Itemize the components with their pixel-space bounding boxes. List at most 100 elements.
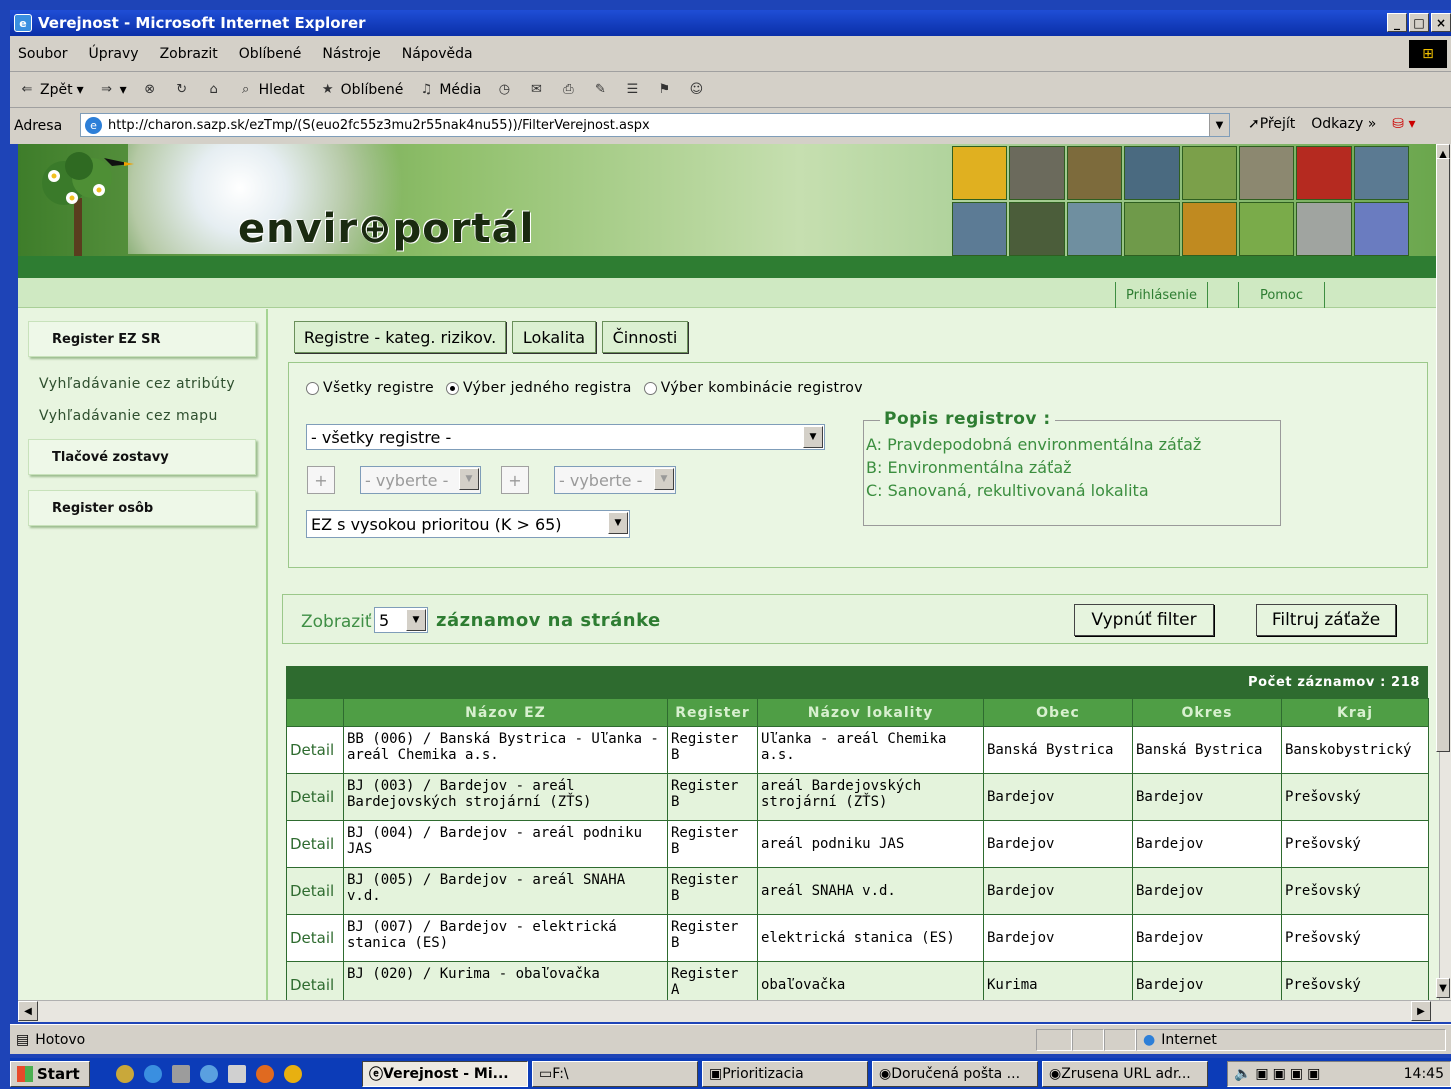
sidebar-item-reports[interactable]: Tlačové zostavy bbox=[28, 439, 256, 475]
minimize-button[interactable]: _ bbox=[1387, 13, 1407, 32]
task-zrusena-url[interactable]: ◉ Zrusena URL adr... bbox=[1042, 1061, 1208, 1087]
cell-register: Register A bbox=[667, 961, 758, 1000]
edit-icon[interactable]: ✎ bbox=[591, 81, 609, 99]
col-header-nazov-ez[interactable]: Názov EZ bbox=[343, 698, 668, 727]
combo-select-2[interactable]: - vyberte - ▼ bbox=[554, 466, 676, 494]
detail-link[interactable]: Detail bbox=[286, 773, 344, 821]
col-header-nazov-lokality[interactable]: Názov lokality bbox=[757, 698, 984, 727]
combo-add-button-2[interactable]: + bbox=[501, 466, 529, 494]
favorites-button[interactable]: ★ Oblíbené bbox=[319, 81, 404, 99]
cell-nazov-ez: BJ (005) / Bardejov - areál SNAHA v.d. bbox=[343, 867, 668, 915]
mail-icon[interactable]: ✉ bbox=[527, 81, 545, 99]
media-button[interactable]: ♫ Média bbox=[417, 81, 482, 99]
radio-all[interactable] bbox=[306, 381, 319, 395]
horizontal-scrollbar[interactable]: ◀ ▶ bbox=[18, 1000, 1451, 1022]
sidebar-item-search-attributes[interactable]: Vyhľadávanie cez atribúty bbox=[39, 376, 235, 392]
links-button[interactable]: Odkazy » bbox=[1311, 116, 1376, 132]
acrobat-icon[interactable]: ⛁ ▾ bbox=[1392, 116, 1415, 132]
scroll-thumb[interactable] bbox=[1436, 158, 1450, 752]
address-input[interactable]: e http://charon.sazp.sk/ezTmp/(S(euo2fc5… bbox=[80, 113, 1230, 137]
menu-napoveda[interactable]: Nápověda bbox=[402, 46, 473, 62]
task-drive-f[interactable]: ▭ F:\ bbox=[532, 1061, 698, 1087]
task-inbox[interactable]: ◉ Doručená pošta ... bbox=[872, 1061, 1038, 1087]
enviroportal-logo[interactable]: envir⊕portál bbox=[238, 206, 534, 252]
back-button[interactable]: ⇐ Zpět ▾ bbox=[18, 81, 84, 99]
go-button[interactable]: ➚Přejít bbox=[1248, 116, 1295, 132]
photo-eye bbox=[1353, 146, 1409, 200]
registry-description-b: B: Environmentálna záťaž bbox=[866, 458, 1072, 477]
filter-apply-button[interactable]: Filtruj záťaže bbox=[1256, 604, 1396, 636]
detail-link[interactable]: Detail bbox=[286, 820, 344, 868]
menu-oblibene[interactable]: Oblíbené bbox=[239, 46, 302, 62]
detail-link[interactable]: Detail bbox=[286, 726, 344, 774]
print-icon[interactable]: ⎙ bbox=[559, 81, 577, 99]
nav-divider-end bbox=[1324, 282, 1325, 308]
registry-select[interactable]: - všetky registre - ▼ bbox=[306, 424, 825, 450]
photo-landscape bbox=[1238, 146, 1295, 200]
home-icon[interactable]: ⌂ bbox=[205, 81, 223, 99]
tab-registre[interactable]: Registre - kateg. rizikov. bbox=[294, 321, 506, 353]
page-size-select[interactable]: 5 ▼ bbox=[374, 607, 428, 633]
address-dropdown-icon[interactable]: ▼ bbox=[1209, 114, 1229, 136]
sidebar-item-search-map[interactable]: Vyhľadávanie cez mapu bbox=[39, 408, 218, 424]
menu-upravy[interactable]: Úpravy bbox=[89, 46, 139, 62]
scroll-down-icon[interactable]: ▼ bbox=[1436, 978, 1450, 998]
filter-off-button[interactable]: Vypnúť filter bbox=[1074, 604, 1214, 636]
close-button[interactable]: × bbox=[1431, 13, 1451, 32]
tab-cinnosti[interactable]: Činnosti bbox=[602, 321, 688, 353]
task-mail-icon: ◉ bbox=[1049, 1066, 1062, 1082]
menu-soubor[interactable]: Soubor bbox=[18, 46, 68, 62]
radio-all-label: Všetky registre bbox=[323, 380, 434, 396]
search-button[interactable]: ⌕ Hledat bbox=[237, 81, 305, 99]
toolbar: ⇐ Zpět ▾ ⇒ ▾ ⊗ ↻ ⌂ ⌕ Hledat ★ Oblíbené ♫ Méd… bbox=[10, 72, 1451, 108]
menu-nastroje[interactable]: Nástroje bbox=[322, 46, 380, 62]
task-verejnost[interactable]: ⓔ Verejnost - Mi... bbox=[362, 1061, 528, 1087]
stop-icon[interactable]: ⊗ bbox=[141, 81, 159, 99]
czech-flag-icon[interactable]: ⚑ bbox=[655, 81, 673, 99]
detail-link[interactable]: Detail bbox=[286, 961, 344, 1000]
chevron-down-icon: ▼ bbox=[608, 512, 628, 534]
history-icon[interactable]: ◷ bbox=[495, 81, 513, 99]
tab-lokalita[interactable]: Lokalita bbox=[512, 321, 596, 353]
priority-select[interactable]: EZ s vysokou prioritou (K > 65) ▼ bbox=[306, 510, 630, 538]
quicklaunch-notepad-icon[interactable] bbox=[228, 1065, 246, 1083]
cell-kraj: Banskobystrický bbox=[1281, 726, 1429, 774]
maximize-button[interactable]: □ bbox=[1409, 13, 1429, 32]
detail-link[interactable]: Detail bbox=[286, 867, 344, 915]
forward-button[interactable]: ⇒ ▾ bbox=[98, 81, 126, 99]
sidebar-item-persons[interactable]: Register osôb bbox=[28, 490, 256, 526]
col-header-kraj[interactable]: Kraj bbox=[1281, 698, 1429, 727]
sidebar-item-register-ez[interactable]: Register EZ SR bbox=[28, 321, 256, 357]
quicklaunch-ie-icon[interactable] bbox=[144, 1065, 162, 1083]
refresh-icon[interactable]: ↻ bbox=[173, 81, 191, 99]
discuss-icon[interactable]: ☰ bbox=[623, 81, 641, 99]
start-button[interactable]: Start bbox=[10, 1061, 90, 1087]
nav-divider bbox=[1207, 282, 1227, 308]
registry-select-value: - všetky registre - bbox=[311, 427, 452, 447]
radio-one[interactable] bbox=[446, 381, 459, 395]
radio-combo[interactable] bbox=[643, 381, 657, 395]
scroll-right-icon[interactable]: ▶ bbox=[1411, 1001, 1431, 1021]
quicklaunch-player-icon[interactable] bbox=[284, 1065, 302, 1083]
detail-link[interactable]: Detail bbox=[286, 914, 344, 962]
col-header-register[interactable]: Register bbox=[667, 698, 758, 727]
cell-nazov-lokality: elektrická stanica (ES) bbox=[757, 914, 984, 962]
login-link[interactable]: Prihlásenie bbox=[1115, 282, 1207, 308]
combo-select-1[interactable]: - vyberte - ▼ bbox=[360, 466, 481, 494]
title-bar: e Verejnost - Microsoft Internet Explore… bbox=[10, 10, 1451, 36]
col-header-okres[interactable]: Okres bbox=[1132, 698, 1282, 727]
quicklaunch-media-icon[interactable] bbox=[256, 1065, 274, 1083]
cell-okres: Bardejov bbox=[1132, 820, 1282, 868]
vertical-scrollbar[interactable]: ▲ ▼ bbox=[1436, 144, 1451, 1000]
quicklaunch-mail-icon[interactable] bbox=[200, 1065, 218, 1083]
quicklaunch-outlook-icon[interactable] bbox=[116, 1065, 134, 1083]
scroll-left-icon[interactable]: ◀ bbox=[18, 1001, 38, 1021]
menu-zobrazit[interactable]: Zobrazit bbox=[160, 46, 218, 62]
help-link[interactable]: Pomoc bbox=[1238, 282, 1324, 308]
messenger-icon[interactable]: ☺ bbox=[687, 81, 705, 99]
task-prioritizacia[interactable]: ▣ Prioritizacia bbox=[702, 1061, 868, 1087]
col-header-obec[interactable]: Obec bbox=[983, 698, 1133, 727]
quicklaunch-desktop-icon[interactable] bbox=[172, 1065, 190, 1083]
combo-add-button-1[interactable]: + bbox=[307, 466, 335, 494]
tray-icons[interactable]: 🔈▣▣▣▣ bbox=[1234, 1066, 1324, 1082]
